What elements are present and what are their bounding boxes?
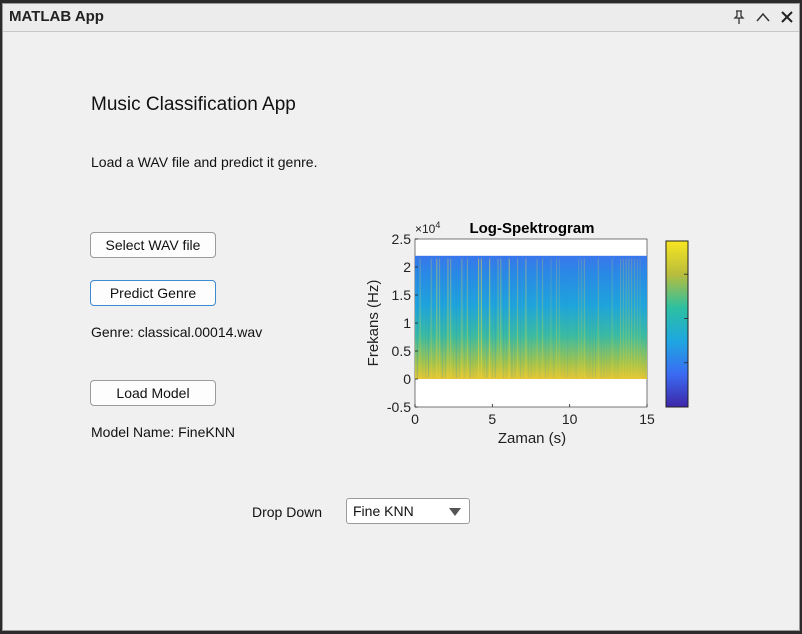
y-tick-label: 2 [403, 259, 411, 275]
x-tick-label: 10 [562, 411, 578, 427]
dropdown-label: Drop Down [252, 504, 323, 520]
y-tick-label: -0.5 [387, 399, 411, 415]
close-icon[interactable] [779, 9, 795, 25]
y-exponent-label: ×104 [415, 220, 440, 236]
title-bar: MATLAB App [3, 4, 799, 32]
select-wav-button[interactable]: Select WAV file [90, 232, 216, 258]
app-window: MATLAB App Music Classification App Load… [2, 3, 800, 631]
model-dropdown[interactable]: Fine KNN [346, 498, 470, 524]
y-tick-label: 1 [403, 315, 411, 331]
app-description: Load a WAV file and predict it genre. [91, 154, 318, 170]
collapse-icon[interactable] [755, 9, 771, 25]
colorbar [665, 240, 689, 408]
window-title: MATLAB App [9, 8, 104, 25]
y-tick-label: 2.5 [392, 231, 412, 247]
y-axis-ticks: 2.5 2 1.5 1 0.5 0 -0.5 [387, 231, 418, 415]
load-model-button[interactable]: Load Model [90, 380, 216, 406]
predict-genre-button[interactable]: Predict Genre [90, 280, 216, 306]
x-tick-label: 0 [411, 411, 419, 427]
model-name-label: Model Name: FineKNN [91, 424, 235, 440]
spectrogram-chart: 2.521.510.50-0.5 0 5 10 15 ×104 Log-Spektro… [365, 220, 689, 447]
app-title: Music Classification App [91, 94, 296, 115]
dropdown-value: Fine KNN [353, 503, 414, 519]
y-axis-label: Frekans (Hz) [365, 280, 382, 367]
y-tick-label: 0.5 [392, 343, 412, 359]
x-tick-label: 5 [488, 411, 496, 427]
x-axis-label: Zaman (s) [498, 430, 566, 447]
y-tick-label: 0 [403, 371, 411, 387]
y-tick-label: 1.5 [392, 287, 412, 303]
x-axis-ticks: 0 5 10 15 [411, 404, 655, 427]
x-tick-label: 15 [639, 411, 655, 427]
genre-label: Genre: classical.00014.wav [91, 324, 263, 340]
chart-title: Log-Spektrogram [469, 220, 594, 237]
pin-icon[interactable] [731, 9, 747, 25]
chevron-down-icon [449, 508, 461, 516]
